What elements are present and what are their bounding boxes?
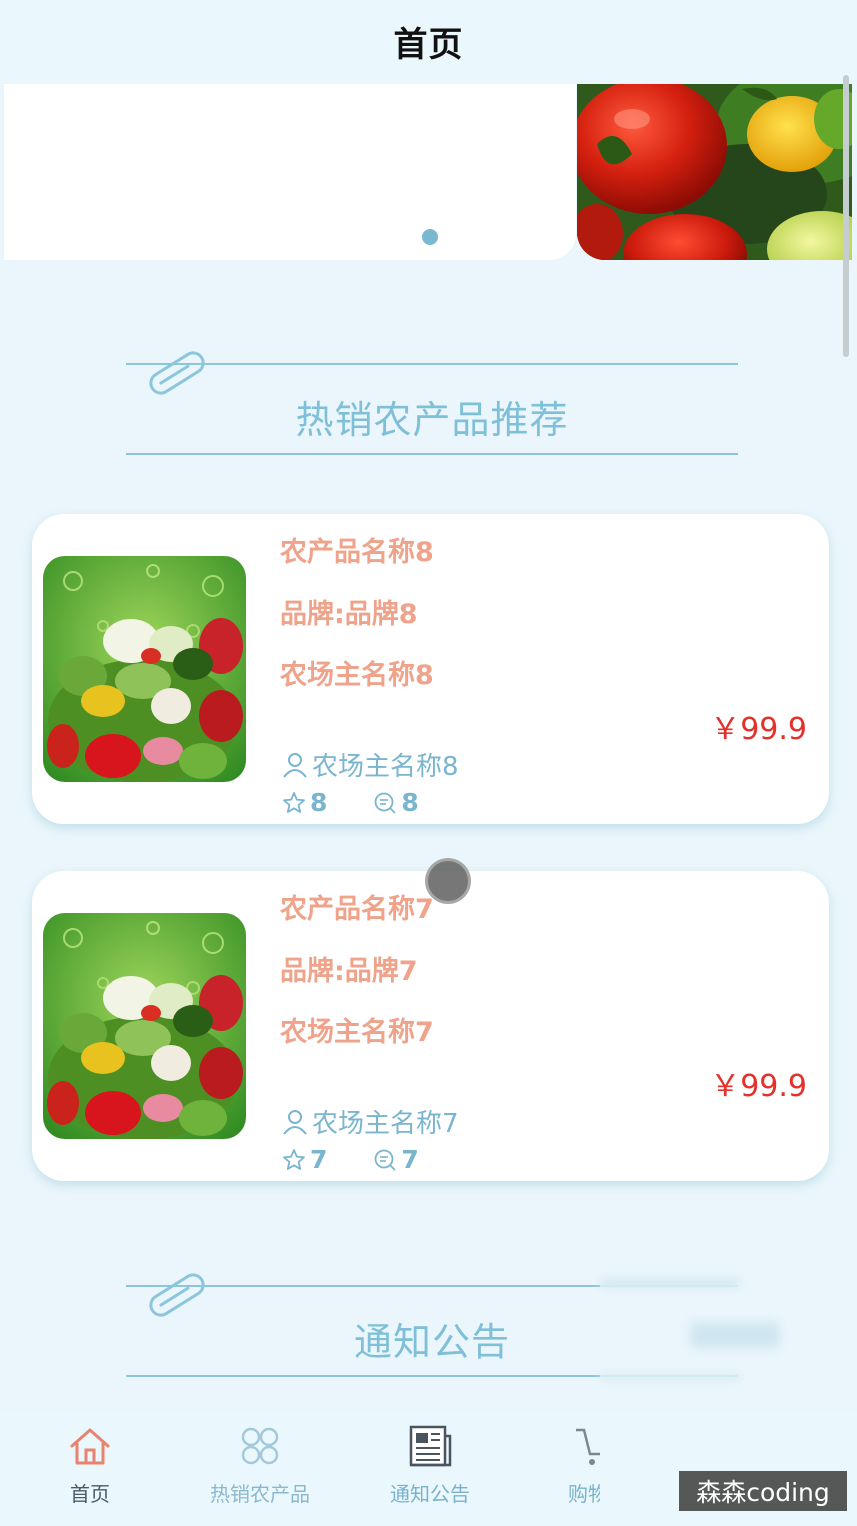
- star-icon[interactable]: [282, 1148, 306, 1172]
- product-stats: 7 7: [282, 1145, 419, 1174]
- app-screen: 首页 热销农产品推荐 农产品名称8 品牌:品牌8 农场主名称8 ￥99.9 农场…: [0, 0, 857, 1526]
- tab-label: 热销农产品: [210, 1482, 310, 1506]
- product-price: ￥99.9: [710, 712, 807, 747]
- product-owner: 农场主名称7: [282, 1103, 459, 1140]
- product-card[interactable]: 农产品名称8 品牌:品牌8 农场主名称8 ￥99.9 农场主名称8 8 8: [32, 514, 829, 824]
- carousel-indicator-dot[interactable]: [422, 229, 438, 245]
- touch-indicator: [425, 858, 471, 904]
- tab-home[interactable]: 首页: [20, 1422, 160, 1518]
- comment-icon[interactable]: [373, 791, 397, 815]
- banner-vegetable-image: [577, 84, 852, 260]
- product-card[interactable]: 农产品名称7 品牌:品牌7 农场主名称7 ￥99.9 农场主名称7 7 7: [32, 871, 829, 1181]
- home-icon: [70, 1428, 110, 1465]
- hot-products-section-header: 热销农产品推荐: [126, 351, 738, 455]
- product-farm: 农场主名称7: [280, 1017, 434, 1048]
- owner-name: 农场主名称8: [312, 752, 459, 782]
- tab-label: 通知公告: [390, 1482, 470, 1506]
- banner-slide-blank: [4, 84, 576, 260]
- page-scrollbar[interactable]: [843, 75, 849, 357]
- comment-count: 7: [401, 1145, 419, 1174]
- section-divider-bottom: [126, 453, 738, 455]
- banner-carousel[interactable]: [4, 84, 852, 260]
- navbar: 首页: [0, 0, 857, 82]
- product-brand: 品牌:品牌7: [280, 956, 418, 987]
- user-icon: [283, 1109, 307, 1135]
- section-title: 热销农产品推荐: [295, 398, 569, 442]
- newspaper-icon: [409, 1425, 452, 1467]
- product-name[interactable]: 农产品名称8: [280, 530, 434, 569]
- cart-icon: [576, 1428, 600, 1465]
- tab-label: 首页: [70, 1482, 110, 1506]
- watermark: 森森coding: [679, 1471, 847, 1511]
- product-thumbnail[interactable]: [43, 913, 246, 1139]
- user-icon: [283, 752, 307, 778]
- product-price: ￥99.9: [710, 1069, 807, 1104]
- product-farm: 农场主名称8: [280, 660, 434, 691]
- tab-cart[interactable]: 购物: [520, 1422, 600, 1518]
- product-name[interactable]: 农产品名称7: [280, 887, 434, 926]
- star-icon[interactable]: [282, 791, 306, 815]
- product-stats: 8 8: [282, 788, 419, 817]
- page-title: 首页: [393, 24, 464, 65]
- comment-count: 8: [401, 788, 419, 817]
- product-brand: 品牌:品牌8: [280, 599, 418, 630]
- grid-icon: [241, 1427, 279, 1465]
- owner-name: 农场主名称7: [312, 1109, 459, 1139]
- favorite-count: 8: [310, 788, 328, 817]
- tab-notices[interactable]: 通知公告: [360, 1422, 500, 1518]
- product-thumbnail[interactable]: [43, 556, 246, 782]
- tab-hot-products[interactable]: 热销农产品: [190, 1422, 330, 1518]
- section-divider-top: [126, 363, 738, 365]
- favorite-count: 7: [310, 1145, 328, 1174]
- tab-label: 购物: [568, 1482, 600, 1506]
- comment-icon[interactable]: [373, 1148, 397, 1172]
- product-owner: 农场主名称8: [282, 746, 459, 783]
